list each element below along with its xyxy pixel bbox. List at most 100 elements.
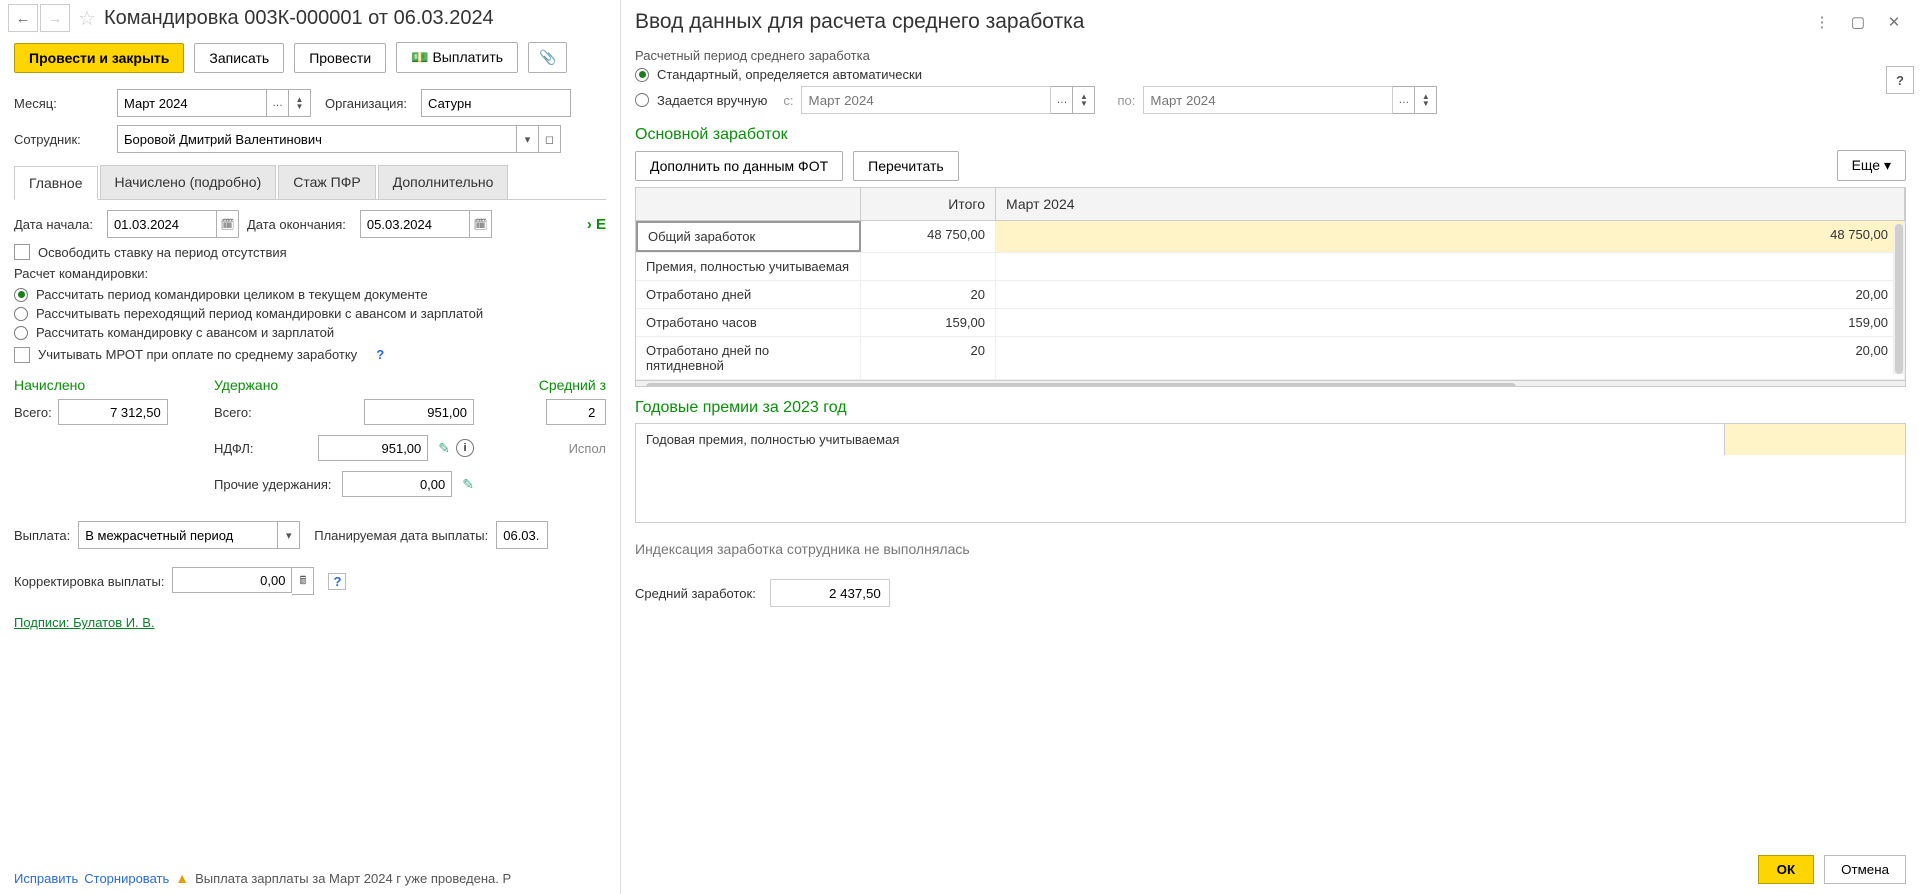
grid-cell-month[interactable]: 20,00 [996, 337, 1905, 379]
employee-open[interactable]: ◻ [539, 125, 561, 153]
grid-row[interactable]: Премия, полностью учитываемая [636, 253, 1905, 281]
grid-row[interactable]: Общий заработок48 750,0048 750,00 [636, 221, 1905, 253]
storno-link[interactable]: Сторнировать [84, 871, 169, 886]
payout-label: Выплата: [14, 528, 70, 543]
warning-icon: ▲ [175, 870, 189, 886]
grid-row[interactable]: Отработано часов159,00159,00 [636, 309, 1905, 337]
employee-dropdown[interactable]: ▾ [517, 125, 539, 153]
total-label: Всего: [14, 405, 52, 420]
total-accrued-input[interactable] [58, 399, 168, 425]
grid-vertical-scrollbar[interactable] [1893, 224, 1905, 374]
attachments-button[interactable]: 📎 [528, 42, 567, 73]
date-start-input[interactable] [107, 210, 217, 238]
kebab-icon[interactable]: ⋮ [1810, 13, 1834, 31]
grid-horizontal-scrollbar[interactable] [636, 380, 1905, 387]
col-avg-header: Средний з [474, 377, 606, 393]
toolbar: Провести и закрыть Записать Провести 💵 В… [0, 32, 620, 85]
org-input[interactable] [421, 89, 571, 117]
planned-date-input[interactable] [496, 521, 548, 549]
post-button[interactable]: Провести [294, 43, 386, 73]
more-button[interactable]: Еще ▾ [1837, 150, 1906, 181]
calc-radio-1[interactable]: Рассчитать период командировки целиком в… [14, 287, 606, 302]
period-radio-manual[interactable]: Задается вручную [635, 93, 767, 108]
grid-row[interactable]: Отработано дней2020,00 [636, 281, 1905, 309]
other-withheld-input[interactable] [342, 471, 452, 497]
spinner-icon[interactable]: ▲▼ [1073, 86, 1095, 114]
document-pane: ← → ☆ Командировка 003К-000001 от 06.03.… [0, 0, 620, 894]
bonus-row[interactable]: Годовая премия, полностью учитываемая [636, 424, 1905, 455]
footer-warning-row: Исправить Сторнировать ▲ Выплата зарплат… [0, 866, 620, 890]
close-icon[interactable]: ✕ [1882, 13, 1906, 31]
correction-input[interactable] [172, 567, 292, 593]
grid-cell-month[interactable]: 20,00 [996, 281, 1905, 308]
calc-header: Расчет командировки: [14, 266, 606, 281]
tab-extra[interactable]: Дополнительно [378, 165, 509, 199]
fix-link[interactable]: Исправить [14, 871, 78, 886]
pay-button[interactable]: 💵 Выплатить [396, 42, 518, 73]
calendar-icon[interactable]: 🗓 [470, 210, 492, 238]
earnings-grid[interactable]: Итого Март 2024 Общий заработок48 750,00… [635, 187, 1906, 387]
expand-right-icon[interactable]: › Е [587, 216, 606, 233]
employee-input[interactable] [117, 125, 517, 153]
average-input[interactable] [770, 579, 890, 607]
period-to-input[interactable] [1143, 86, 1393, 114]
bonus-table[interactable]: Годовая премия, полностью учитываемая [635, 423, 1906, 523]
ellipsis-icon[interactable]: … [1393, 86, 1415, 114]
ndfl-input[interactable] [318, 435, 428, 461]
tab-main[interactable]: Главное [14, 166, 98, 200]
average-label: Средний заработок: [635, 586, 756, 601]
pencil-icon[interactable]: ✎ [462, 476, 474, 493]
grid-cell-month[interactable]: 159,00 [996, 309, 1905, 336]
payout-select[interactable] [78, 521, 278, 549]
forward-button[interactable]: → [40, 4, 70, 32]
back-button[interactable]: ← [8, 4, 38, 32]
help-button[interactable]: ? [1886, 66, 1914, 94]
help-icon[interactable]: ? [371, 346, 389, 363]
month-input[interactable] [117, 89, 267, 117]
tab-pfr[interactable]: Стаж ПФР [278, 165, 375, 199]
calculator-icon[interactable]: 🖩 [292, 567, 314, 595]
calc-radio-3[interactable]: Рассчитать командировку с авансом и зарп… [14, 325, 606, 340]
bonus-section-header: Годовые премии за 2023 год [635, 399, 1906, 417]
mrot-checkbox[interactable]: Учитывать МРОТ при оплате по среднему за… [14, 346, 606, 363]
title-bar: ← → ☆ Командировка 003К-000001 от 06.03.… [0, 0, 620, 32]
grid-header-total: Итого [861, 188, 996, 220]
ok-button[interactable]: ОК [1758, 855, 1815, 884]
help-icon[interactable]: ? [328, 573, 346, 590]
calendar-icon[interactable]: 🗓 [217, 210, 239, 238]
grid-cell-label: Отработано часов [636, 309, 861, 336]
period-radio-standard[interactable]: Стандартный, определяется автоматически [635, 67, 1906, 82]
total-withheld-input[interactable] [364, 399, 474, 425]
total-avg-input[interactable] [546, 399, 606, 425]
ellipsis-icon[interactable]: … [1051, 86, 1073, 114]
grid-row[interactable]: Отработано дней по пятидневной2020,00 [636, 337, 1905, 380]
pencil-icon[interactable]: ✎ [438, 440, 450, 457]
calc-radio-2[interactable]: Рассчитывать переходящий период командир… [14, 306, 606, 321]
grid-cell-month[interactable] [996, 253, 1905, 280]
info-icon[interactable]: i [456, 439, 474, 457]
employee-label: Сотрудник: [14, 132, 109, 147]
post-and-close-button[interactable]: Провести и закрыть [14, 43, 184, 73]
dialog-body: Расчетный период среднего заработка Стан… [621, 40, 1920, 609]
cancel-button[interactable]: Отмена [1824, 855, 1906, 884]
month-ellipsis[interactable]: … [267, 89, 289, 117]
month-spinner[interactable]: ▲▼ [289, 89, 311, 117]
recalc-button[interactable]: Перечитать [853, 151, 959, 181]
bonus-row-value[interactable] [1725, 424, 1905, 455]
dropdown-icon[interactable]: ▾ [278, 521, 300, 549]
grid-cell-month[interactable]: 48 750,00 [996, 221, 1905, 252]
mrot-label: Учитывать МРОТ при оплате по среднему за… [38, 347, 357, 362]
spinner-icon[interactable]: ▲▼ [1415, 86, 1437, 114]
tab-accrued[interactable]: Начислено (подробно) [100, 165, 277, 199]
star-icon[interactable]: ☆ [74, 6, 100, 31]
fill-from-fot-button[interactable]: Дополнить по данным ФОТ [635, 151, 843, 181]
date-end-input[interactable] [360, 210, 470, 238]
main-earnings-header: Основной заработок [635, 126, 1906, 144]
maximize-icon[interactable]: ▢ [1846, 13, 1870, 31]
radio-dot [14, 288, 28, 302]
signatures-link[interactable]: Подписи: Булатов И. В. [14, 615, 155, 630]
period-from-input[interactable] [801, 86, 1051, 114]
free-rate-checkbox[interactable]: Освободить ставку на период отсутствия [14, 244, 606, 260]
col-accrued-header: Начислено [14, 377, 214, 393]
save-button[interactable]: Записать [194, 43, 284, 73]
